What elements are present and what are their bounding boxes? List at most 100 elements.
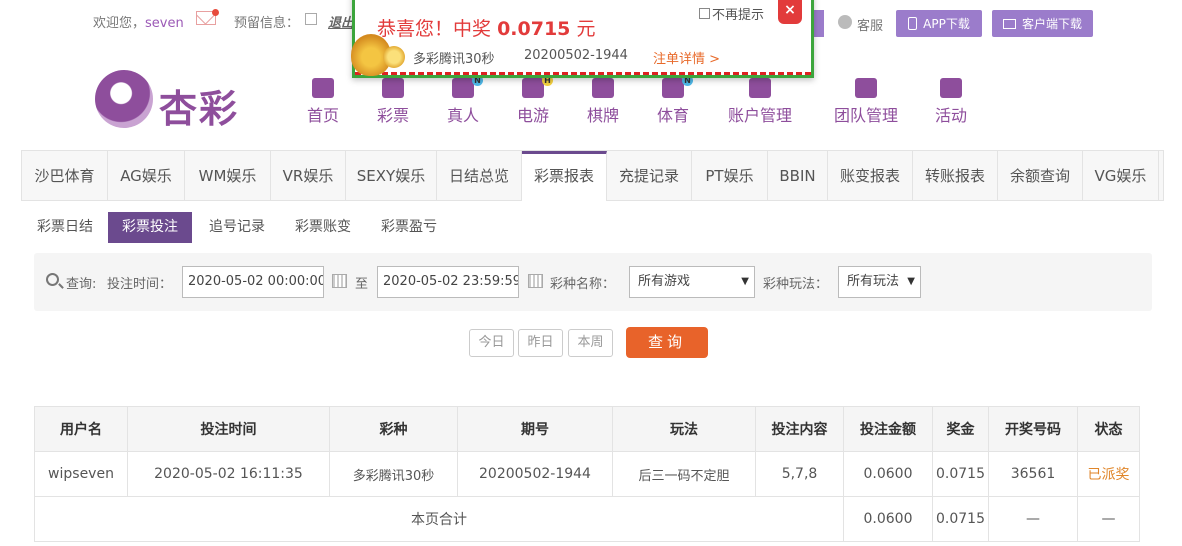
table-footer-row: 本页合计 0.0600 0.0715— — [34, 496, 1140, 542]
start-time-input[interactable]: 2020-05-02 00:00:00 [182, 266, 324, 298]
tab-3[interactable]: VR娱乐 [271, 151, 346, 200]
tab-1[interactable]: AG娱乐 [108, 151, 185, 200]
nav-item-5[interactable]: N 体育 [655, 75, 693, 126]
tab-11[interactable]: 转账报表 [913, 151, 998, 200]
table-cell: 本页合计 [34, 496, 844, 542]
popup-issue-number: 20200502-1944 [524, 48, 628, 63]
client-download-button[interactable]: 客户端下载 [992, 10, 1093, 37]
calendar-icon[interactable] [332, 274, 347, 288]
table-cell: — [988, 496, 1078, 542]
bet-records-table: 用户名 投注时间 彩种 期号 玩法 投注内容 投注金额 奖金 开奖号码 状态 wipseven 20… [34, 406, 1140, 542]
client-download-label: 客户端下载 [1021, 17, 1082, 31]
subtab-4[interactable]: 彩票盈亏 [367, 212, 451, 243]
report-tabs: 沙巴体育 AG娱乐 WM娱乐 VR娱乐 SEXY娱乐 日结总览 彩票报表 充提记录 PT娱乐 BB… [21, 150, 1164, 201]
nav-item-4[interactable]: 棋牌 [585, 78, 621, 126]
query-submit-button[interactable]: 查询 [626, 327, 708, 358]
nav-item-6[interactable]: 账户管理 [726, 78, 794, 126]
nav-item-7[interactable]: 团队管理 [830, 78, 902, 126]
tab-4[interactable]: SEXY娱乐 [346, 151, 437, 200]
end-time-input[interactable]: 2020-05-02 23:59:59 [377, 266, 519, 298]
service-icon[interactable] [838, 15, 852, 29]
nav-item-0[interactable]: 首页 [305, 78, 341, 126]
table-header-row: 用户名 投注时间 彩种 期号 玩法 投注内容 投注金额 奖金 开奖号码 状态 [34, 406, 1140, 452]
game-select-value: 所有游戏 [638, 274, 691, 289]
to-label: 至 [355, 277, 369, 292]
nav-label: 棋牌 [586, 106, 619, 125]
nav-label: 团队管理 [833, 106, 898, 125]
column-header: 用户名 [34, 406, 128, 452]
tab-2[interactable]: WM娱乐 [185, 151, 271, 200]
subtab-2[interactable]: 追号记录 [195, 212, 279, 243]
play-select[interactable]: 所有玩法 ▼ [838, 266, 921, 298]
table-cell: 5,7,8 [755, 451, 844, 497]
tab-5[interactable]: 日结总览 [437, 151, 522, 200]
popup-amount: 0.0715 [497, 18, 571, 40]
subtab-1[interactable]: 彩票投注 [108, 212, 192, 243]
logout-link[interactable]: 退出 [328, 12, 352, 31]
edit-icon[interactable] [305, 13, 317, 25]
popup-title: 恭喜您！中奖 0.0715 元 [377, 18, 596, 40]
nav-item-8[interactable]: 活动 [933, 78, 969, 126]
username[interactable]: seven [145, 16, 184, 31]
tab-8[interactable]: PT娱乐 [692, 151, 768, 200]
table-cell: 36561 [988, 451, 1078, 497]
reserve-info-label: 预留信息： [234, 16, 300, 31]
column-header: 状态 [1077, 406, 1140, 452]
bet-detail-link[interactable]: 注单详情 > [653, 48, 720, 67]
search-label: 查询: [66, 277, 97, 292]
table-cell: 20200502-1944 [457, 451, 613, 497]
tab-6[interactable]: 彩票报表 [522, 151, 607, 201]
tab-7[interactable]: 充提记录 [607, 151, 692, 200]
no-remind-checkbox[interactable]: 不再提示 [699, 4, 764, 23]
today-button[interactable]: 今日 [469, 329, 514, 357]
tab-10[interactable]: 账变报表 [828, 151, 913, 200]
customer-service-link[interactable]: 客服 [857, 15, 883, 34]
nav-label: 体育 [656, 106, 689, 125]
nav-item-3[interactable]: H 电游 [515, 75, 553, 126]
gift-icon [940, 78, 962, 98]
column-header: 彩种 [329, 406, 458, 452]
sports-icon: N [662, 75, 693, 98]
column-header: 投注内容 [755, 406, 844, 452]
table-cell: 已派奖 [1077, 451, 1140, 497]
tab-12[interactable]: 余额查询 [998, 151, 1083, 200]
play-type-label: 彩种玩法： [763, 277, 829, 292]
table-row: wipseven 2020-05-02 16:11:35 多彩腾讯30秒 202005… [34, 451, 1140, 497]
table-cell: — [1077, 496, 1140, 542]
nav-label: 真人 [446, 106, 479, 125]
game-select[interactable]: 所有游戏 ▼ [629, 266, 755, 298]
coin-icon [383, 46, 405, 68]
live-dealer-icon: N [452, 75, 483, 98]
checkbox-icon[interactable] [699, 8, 710, 19]
column-header: 期号 [457, 406, 613, 452]
nav-label: 账户管理 [727, 106, 792, 125]
column-header: 投注时间 [127, 406, 330, 452]
app-download-label: APP下载 [923, 17, 970, 31]
nav-label: 彩票 [376, 106, 409, 125]
tab-9[interactable]: BBIN [768, 151, 828, 200]
column-header: 玩法 [612, 406, 756, 452]
calendar-icon[interactable] [528, 274, 543, 288]
bet-time-label: 投注时间： [107, 277, 173, 292]
popup-close-button[interactable]: × [778, 0, 802, 24]
app-download-button[interactable]: APP下载 [896, 10, 982, 37]
nav-item-1[interactable]: 彩票 [375, 78, 411, 126]
tab-0[interactable]: 沙巴体育 [22, 151, 108, 200]
subtab-0[interactable]: 彩票日结 [23, 212, 107, 243]
nav-item-2[interactable]: N 真人 [445, 75, 483, 126]
this-week-button[interactable]: 本周 [568, 329, 613, 357]
yesterday-button[interactable]: 昨日 [518, 329, 563, 357]
team-icon [855, 78, 877, 98]
column-header: 奖金 [932, 406, 989, 452]
tab-13[interactable]: VG娱乐 [1083, 151, 1159, 200]
subtab-3[interactable]: 彩票账变 [281, 212, 365, 243]
dropdown-arrow-icon: ▼ [907, 276, 915, 287]
column-header: 开奖号码 [988, 406, 1078, 452]
table-cell: 后三一码不定胆 [612, 451, 756, 497]
cards-icon [592, 78, 614, 98]
site-logo[interactable]: 杏彩 [95, 70, 245, 131]
phone-icon [908, 17, 918, 30]
lottery-icon [382, 78, 404, 98]
table-cell: 0.0600 [843, 496, 933, 542]
welcome-text: 欢迎您，seven [93, 16, 184, 31]
